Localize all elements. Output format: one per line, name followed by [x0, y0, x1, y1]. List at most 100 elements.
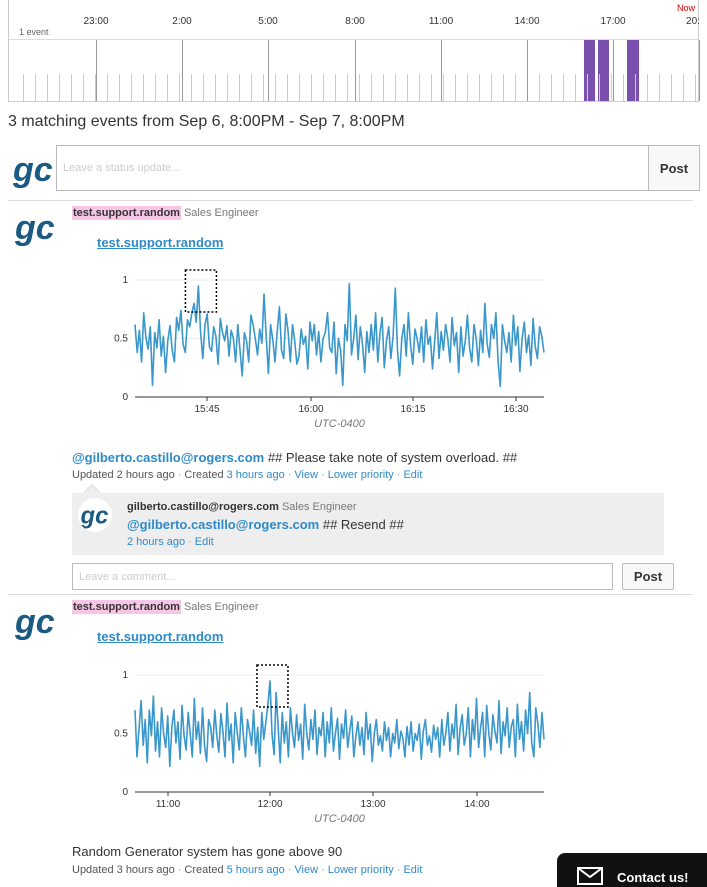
timeline-tick [131, 74, 132, 101]
comment-meta: 2 hours ago · Edit [127, 536, 214, 548]
comment-body: ## Resend ## [319, 517, 404, 532]
timeline-tick [239, 74, 240, 101]
event-metric-chart[interactable]: 0 0.5 1 11:00 12:00 13:00 14:00 UTC-0400 [108, 659, 558, 834]
chart-x-tick-label: 15:45 [194, 404, 219, 415]
event-message: Random Generator system has gone above 9… [72, 844, 343, 859]
timeline-tick [563, 74, 564, 101]
timeline-tick [359, 74, 360, 101]
timeline-tick [491, 74, 492, 101]
event-author: test.support.random Sales Engineer [72, 600, 259, 614]
event-user-tag[interactable]: test.support.random [72, 206, 181, 220]
timeline-tick [551, 74, 552, 101]
event-lower-priority-link[interactable]: Lower priority [328, 469, 394, 481]
timeline-tick [191, 74, 192, 101]
timeline-tick [503, 74, 504, 101]
comment-user-role: Sales Engineer [281, 501, 357, 513]
chart-y-tick-label: 1 [122, 670, 128, 681]
timeline-tick [35, 74, 36, 101]
timeline-event-count: 1 event [19, 27, 49, 37]
timeline-tick [419, 74, 420, 101]
svg-text:gc: gc [14, 209, 54, 246]
timeline-event-bar[interactable] [627, 40, 639, 101]
timeline-hour-marker [96, 40, 97, 101]
timeline-hour-marker [527, 40, 528, 101]
timeline-hour-label: 2:00 [172, 16, 192, 27]
event-title-link[interactable]: test.support.random [97, 629, 223, 644]
timeline-track[interactable] [9, 40, 700, 101]
chart-y-tick-label: 0.5 [114, 334, 128, 345]
timeline-tick [431, 74, 432, 101]
event-lower-priority-link[interactable]: Lower priority [328, 864, 394, 876]
event-author: test.support.random Sales Engineer [72, 206, 259, 220]
event-view-link[interactable]: View [294, 864, 318, 876]
status-post-button[interactable]: Post [648, 146, 699, 190]
chart-y-tick-label: 0 [122, 392, 128, 403]
event-view-link[interactable]: View [294, 469, 318, 481]
timeline-tick [227, 74, 228, 101]
comment-user-name[interactable]: gilberto.castillo@rogers.com [127, 501, 279, 513]
event-created-link[interactable]: 5 hours ago [227, 864, 285, 876]
contact-us-button[interactable]: Contact us! [557, 853, 707, 887]
event-created-prefix: Created [184, 864, 227, 876]
timeline-tick [23, 74, 24, 101]
svg-text:gc: gc [14, 603, 54, 640]
event-timeline[interactable]: Now 23:00 2:00 5:00 8:00 11:00 14:00 17:… [8, 0, 700, 102]
event-user-tag[interactable]: test.support.random [72, 600, 181, 614]
timeline-tick [611, 74, 612, 101]
event-message-body: ## Please take note of system overload. … [264, 450, 518, 465]
timeline-hour-label: 5:00 [258, 16, 278, 27]
user-mention-link[interactable]: @gilberto.castillo@rogers.com [127, 517, 319, 532]
status-update-box: Post [56, 145, 700, 191]
chart-x-tick-label: 16:00 [298, 404, 323, 415]
status-update-input[interactable] [57, 146, 649, 190]
event-edit-link[interactable]: Edit [403, 469, 422, 481]
timeline-hour-label: 23:00 [83, 16, 109, 27]
timeline-tick [179, 74, 180, 101]
timeline-hour-marker [182, 40, 183, 101]
timeline-hour-marker [441, 40, 442, 101]
comment-item: gc gilberto.castillo@rogers.com Sales Eng… [72, 493, 664, 555]
comment-edit-link[interactable]: Edit [195, 536, 214, 548]
event-user-role: Sales Engineer [183, 207, 259, 219]
timeline-tick [203, 74, 204, 101]
timeline-hour-label: 20: [686, 16, 700, 27]
timeline-tick [251, 74, 252, 101]
gc-avatar-icon: gc [14, 603, 54, 640]
timeline-tick [623, 74, 624, 101]
timeline-tick [59, 74, 60, 101]
contact-us-label: Contact us! [617, 870, 689, 885]
timeline-event-bar[interactable] [584, 40, 595, 101]
timeline-tick [587, 74, 588, 101]
event-created-link[interactable]: 3 hours ago [227, 469, 285, 481]
timeline-tick [311, 74, 312, 101]
event-updated: Updated 3 hours ago [72, 864, 175, 876]
timeline-tick [287, 74, 288, 101]
timeline-tick [47, 74, 48, 101]
comment-input[interactable] [72, 563, 613, 590]
timeline-tick [683, 74, 684, 101]
comment-author: gilberto.castillo@rogers.com Sales Engine… [127, 501, 357, 513]
envelope-icon [577, 867, 603, 885]
timeline-header: Now 23:00 2:00 5:00 8:00 11:00 14:00 17:… [9, 0, 700, 40]
chart-x-tick-label: 11:00 [156, 799, 181, 810]
comment-time-link[interactable]: 2 hours ago [127, 536, 185, 548]
user-mention-link[interactable]: @gilberto.castillo@rogers.com [72, 450, 264, 465]
timeline-tick [599, 74, 600, 101]
timeline-tick [671, 74, 672, 101]
event-metric-chart[interactable]: 0 0.5 1 15:45 16:00 16:15 16:30 UTC-0400 [108, 264, 558, 439]
chart-highlight-marker [184, 269, 218, 313]
comment-post-button[interactable]: Post [622, 563, 674, 590]
gc-logo-icon: gc [12, 151, 52, 188]
event-edit-link[interactable]: Edit [403, 864, 422, 876]
timeline-hour-marker [613, 40, 614, 101]
timeline-tick [395, 74, 396, 101]
timeline-tick [635, 74, 636, 101]
timeline-tick [443, 74, 444, 101]
event-title-link[interactable]: test.support.random [97, 235, 223, 250]
timeline-tick [383, 74, 384, 101]
feed-divider [8, 200, 693, 201]
timeline-tick [455, 74, 456, 101]
timeline-hour-marker [699, 40, 700, 101]
timeline-tick [371, 74, 372, 101]
chart-highlight-marker [256, 664, 289, 708]
